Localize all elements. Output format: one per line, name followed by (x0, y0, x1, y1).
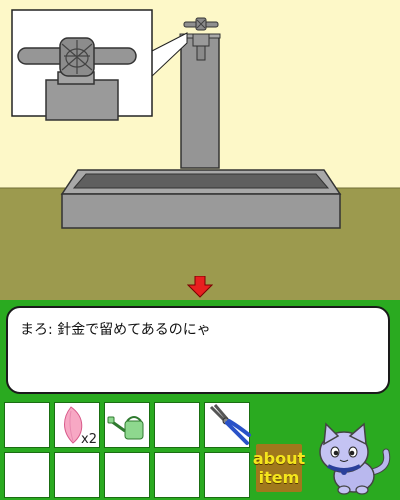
sink-trough[interactable] (60, 169, 342, 229)
dialog-box[interactable]: まろ: 針金で留めてあるのにゃ (6, 306, 390, 394)
watering-can-icon (107, 416, 144, 440)
about-item-button[interactable]: about item (252, 444, 306, 492)
scene (0, 0, 400, 300)
inventory-slot-2[interactable]: x2 (54, 402, 100, 448)
inventory-slot-8[interactable] (104, 452, 150, 498)
about-item-line1: about (252, 449, 306, 468)
inventory-slot-7[interactable] (54, 452, 100, 498)
about-item-line2: item (258, 468, 300, 487)
inventory-slot-4[interactable] (154, 402, 200, 448)
inventory-slot-5[interactable] (204, 402, 251, 448)
pliers-icon (209, 404, 251, 445)
inventory-slot-1[interactable] (4, 402, 50, 448)
inventory-slot-9[interactable] (154, 452, 200, 498)
cat-mascot-icon (314, 418, 396, 500)
red-down-arrow-icon[interactable] (186, 275, 214, 298)
dialog-text: まろ: 針金で留めてあるのにゃ (20, 322, 211, 338)
scene-illustration (0, 0, 400, 300)
inventory-slot-10[interactable] (204, 452, 250, 498)
inventory-slot-3[interactable] (104, 402, 150, 448)
inventory-slot-6[interactable] (4, 452, 50, 498)
item-count: x2 (81, 432, 97, 447)
